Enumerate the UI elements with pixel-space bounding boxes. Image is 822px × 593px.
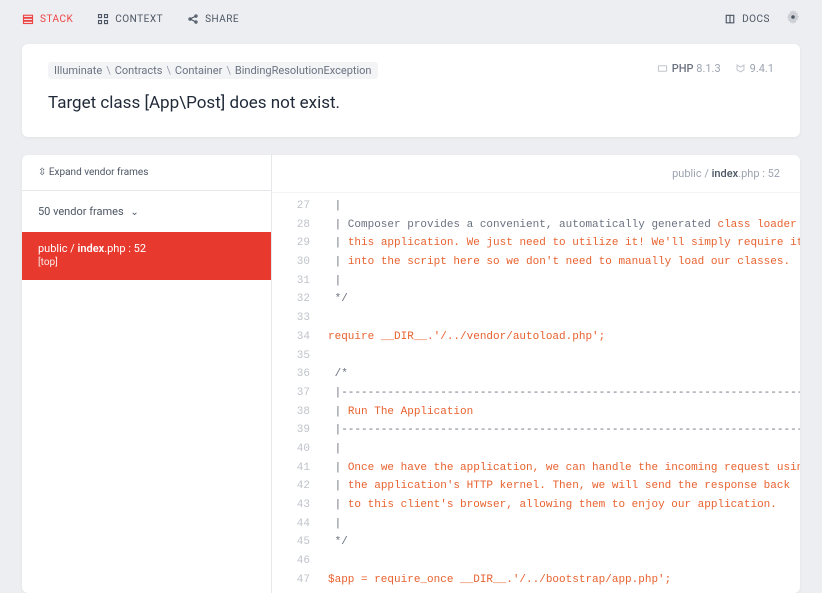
code-line: 37 |------------------------------------… [272, 384, 800, 403]
laravel-icon [735, 63, 746, 74]
topbar: STACK CONTEXT SHARE DOCS [0, 0, 822, 38]
code-line: 43 | to this client's browser, allowing … [272, 496, 800, 515]
code-line: 32 */ [272, 290, 800, 309]
expand-icon: ⇳ [38, 167, 49, 178]
tab-stack-label: STACK [40, 14, 73, 25]
chevron-down-icon: ⌄ [130, 207, 138, 218]
active-stack-frame[interactable]: public / index.php : 52 [top] [22, 232, 271, 280]
vendor-frames-label: 50 vendor frames [38, 205, 124, 218]
code-line: 47$app = require_once __DIR__.'/../boots… [272, 571, 800, 590]
code-line: 36 /* [272, 365, 800, 384]
tab-share-label: SHARE [205, 14, 239, 25]
exception-class-breadcrumb: Illuminate \ Contracts \ Container \ Bin… [48, 62, 378, 79]
code-line: 41 | Once we have the application, we ca… [272, 459, 800, 478]
code-line: 34require __DIR__.'/../vendor/autoload.p… [272, 328, 800, 347]
context-icon [97, 13, 109, 25]
tab-stack[interactable]: STACK [22, 13, 73, 25]
code-line: 38 | Run The Application [272, 403, 800, 422]
php-version: PHP 8.1.3 [657, 62, 721, 75]
code-line: 28 | Composer provides a convenient, aut… [272, 216, 800, 235]
code-line: 39 |------------------------------------… [272, 421, 800, 440]
settings-button[interactable] [786, 10, 800, 28]
code-line: 31 | [272, 272, 800, 291]
tab-context-label: CONTEXT [115, 14, 163, 25]
code-file-header: public / index.php : 52 [272, 155, 800, 193]
stack-sidebar: ⇳ Expand vendor frames 50 vendor frames … [22, 155, 272, 593]
stack-icon [22, 13, 34, 25]
exception-message: Target class [App\Post] does not exist. [48, 93, 774, 113]
gear-icon [786, 10, 800, 24]
code-pane: public / index.php : 52 27 | 28 | Compos… [272, 155, 800, 593]
share-icon [187, 13, 199, 25]
code-line: 27 | [272, 197, 800, 216]
tab-context[interactable]: CONTEXT [97, 13, 163, 25]
code-body: 27 | 28 | Composer provides a convenient… [272, 193, 800, 593]
code-line: 42 | the application's HTTP kernel. Then… [272, 477, 800, 496]
main-panel: ⇳ Expand vendor frames 50 vendor frames … [22, 155, 800, 593]
code-line: 35 [272, 347, 800, 366]
docs-label: DOCS [742, 14, 770, 25]
expand-label: Expand vendor frames [49, 167, 149, 178]
code-line: 46 [272, 552, 800, 571]
expand-vendor-frames-button[interactable]: ⇳ Expand vendor frames [22, 155, 271, 191]
code-line: 30 | into the script here so we don't ne… [272, 253, 800, 272]
code-line: 33 [272, 309, 800, 328]
book-icon [724, 13, 736, 25]
code-line: 40 | [272, 440, 800, 459]
code-line: 44 | [272, 515, 800, 534]
active-frame-path: public / index.php : 52 [38, 242, 255, 255]
code-line: 45 */ [272, 533, 800, 552]
framework-version: 9.4.1 [735, 62, 774, 75]
php-icon [657, 63, 668, 74]
docs-link[interactable]: DOCS [724, 13, 770, 25]
tab-share[interactable]: SHARE [187, 13, 239, 25]
vendor-frames-toggle[interactable]: 50 vendor frames ⌄ [22, 191, 271, 232]
active-frame-fn: [top] [38, 257, 255, 268]
exception-card: Illuminate \ Contracts \ Container \ Bin… [22, 44, 800, 137]
code-line: 29 | this application. We just need to u… [272, 234, 800, 253]
version-meta: PHP 8.1.3 9.4.1 [657, 62, 774, 75]
